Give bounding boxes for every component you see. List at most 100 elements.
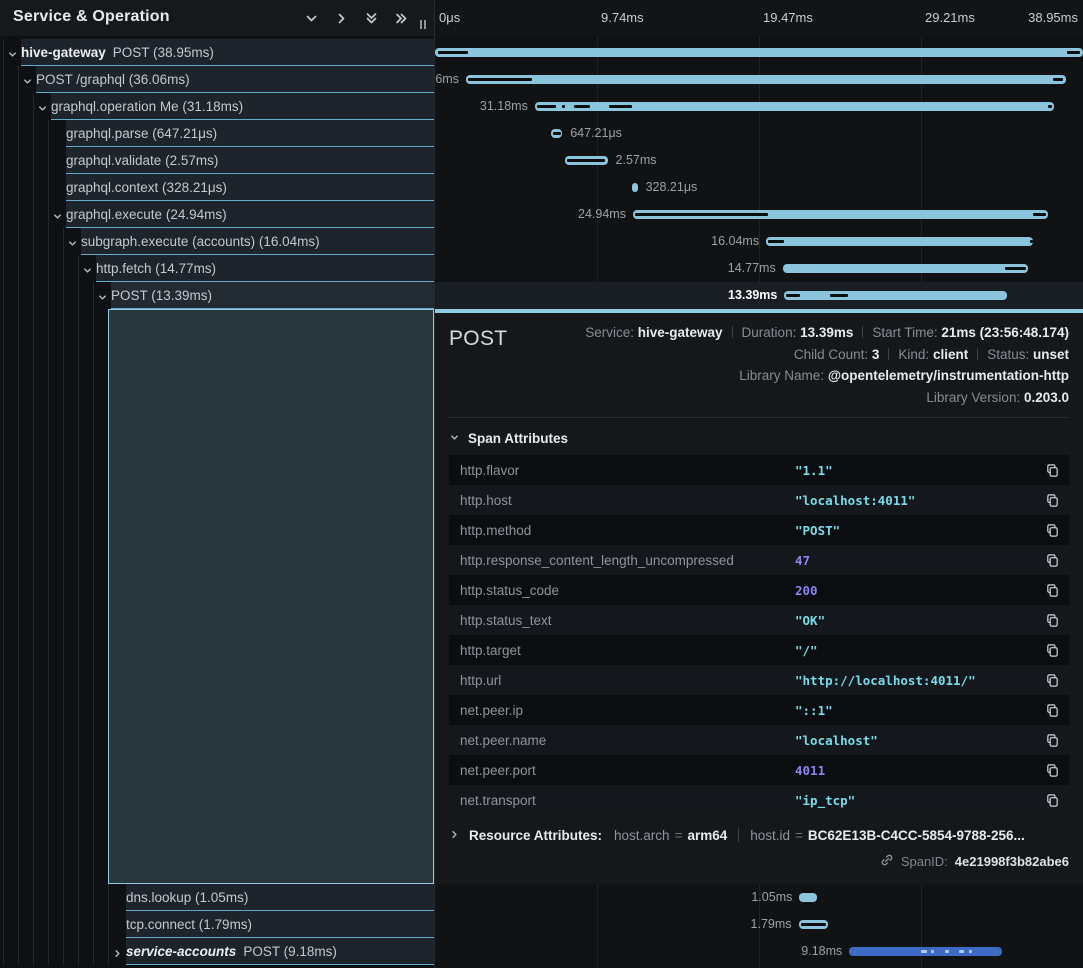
copy-icon[interactable] bbox=[1045, 613, 1060, 628]
span-bar[interactable] bbox=[632, 183, 637, 192]
attribute-key: net.transport bbox=[449, 793, 795, 808]
indent-guide bbox=[33, 201, 34, 228]
timeline-row[interactable]: 13.39ms bbox=[435, 282, 1083, 309]
indent-guide bbox=[78, 938, 79, 965]
resource-separator bbox=[738, 828, 739, 842]
timeline-row[interactable]: 2.57ms bbox=[435, 147, 1083, 174]
copy-icon[interactable] bbox=[1045, 793, 1060, 808]
chevron-down-icon[interactable] bbox=[52, 209, 63, 220]
span-bar[interactable] bbox=[551, 129, 562, 138]
span-row[interactable]: graphql.context (328.21μs) bbox=[0, 174, 434, 201]
span-row[interactable]: hive-gatewayPOST (38.95ms) bbox=[0, 39, 434, 66]
column-resizer-handle[interactable] bbox=[419, 16, 427, 34]
copy-icon[interactable] bbox=[1045, 493, 1060, 508]
double-chevron-right-icon[interactable] bbox=[393, 10, 410, 27]
child-span-marker bbox=[562, 105, 566, 108]
attribute-value: 200 bbox=[795, 583, 1045, 598]
timeline-row[interactable] bbox=[435, 39, 1083, 66]
column-divider[interactable] bbox=[434, 0, 435, 968]
span-operation-name: graphql.validate (2.57ms) bbox=[66, 153, 218, 168]
attribute-value: "localhost" bbox=[795, 733, 1045, 748]
span-row[interactable]: graphql.validate (2.57ms) bbox=[0, 147, 434, 174]
child-span-marker bbox=[830, 294, 848, 297]
child-span-marker bbox=[786, 294, 799, 297]
chevron-down-icon[interactable] bbox=[82, 263, 93, 274]
link-icon[interactable] bbox=[880, 853, 894, 870]
timeline-row[interactable]: 328.21μs bbox=[435, 174, 1083, 201]
copy-icon[interactable] bbox=[1045, 463, 1060, 478]
span-row[interactable]: graphql.operation Me (31.18ms) bbox=[0, 93, 434, 120]
span-bar[interactable] bbox=[799, 893, 816, 902]
chevron-down-icon[interactable] bbox=[67, 236, 78, 247]
span-row[interactable]: graphql.parse (647.21μs) bbox=[0, 120, 434, 147]
span-row[interactable]: subgraph.execute (accounts) (16.04ms) bbox=[0, 228, 434, 255]
timeline-row[interactable]: 647.21μs bbox=[435, 120, 1083, 147]
chevron-right-icon[interactable] bbox=[112, 946, 123, 957]
chevron-right-icon[interactable] bbox=[333, 10, 350, 27]
child-span-marker bbox=[438, 51, 468, 54]
chevron-down-icon[interactable] bbox=[7, 47, 18, 58]
chevron-down-icon[interactable] bbox=[22, 74, 33, 85]
copy-icon[interactable] bbox=[1045, 523, 1060, 538]
attribute-row: net.transport "ip_tcp" bbox=[449, 785, 1069, 815]
child-span-marker bbox=[1033, 213, 1046, 216]
span-bar[interactable] bbox=[435, 48, 1083, 57]
span-bar[interactable] bbox=[766, 237, 1033, 246]
span-duration-label: 1.05ms bbox=[751, 884, 792, 911]
indent-guide bbox=[3, 282, 4, 309]
chevron-down-icon[interactable] bbox=[303, 10, 320, 27]
meta-value: 0.203.0 bbox=[1024, 390, 1069, 405]
double-chevron-down-icon[interactable] bbox=[363, 10, 380, 27]
copy-icon[interactable] bbox=[1045, 703, 1060, 718]
resource-attributes-toggle[interactable]: Resource Attributes: host.arch=arm64host… bbox=[449, 828, 1069, 843]
span-row[interactable]: service-accountsPOST (9.18ms) bbox=[0, 938, 434, 965]
span-row[interactable]: tcp.connect (1.79ms) bbox=[0, 911, 434, 938]
page-title: Service & Operation bbox=[13, 8, 170, 26]
timeline-row[interactable]: 36.06ms bbox=[435, 66, 1083, 93]
copy-icon[interactable] bbox=[1045, 763, 1060, 778]
copy-icon[interactable] bbox=[1045, 583, 1060, 598]
timeline-panel: 0μs9.74ms19.47ms29.21ms38.95ms 36.06ms31… bbox=[435, 0, 1083, 968]
span-bar[interactable] bbox=[565, 156, 608, 165]
copy-icon[interactable] bbox=[1045, 643, 1060, 658]
span-row[interactable]: POST (13.39ms) bbox=[0, 282, 434, 309]
timeline-row[interactable]: 24.94ms bbox=[435, 201, 1083, 228]
timeline-row[interactable]: 16.04ms bbox=[435, 228, 1083, 255]
span-bar[interactable] bbox=[784, 291, 1007, 300]
attribute-key: http.url bbox=[449, 673, 795, 688]
timeline-row[interactable]: 1.79ms bbox=[435, 911, 1083, 938]
span-bar[interactable] bbox=[633, 210, 1048, 219]
meta-separator bbox=[732, 326, 733, 338]
timeline-row[interactable]: 1.05ms bbox=[435, 884, 1083, 911]
indent-guide bbox=[108, 884, 109, 911]
span-bar[interactable] bbox=[535, 102, 1054, 111]
attribute-key: http.flavor bbox=[449, 463, 795, 478]
copy-icon[interactable] bbox=[1045, 673, 1060, 688]
span-row[interactable]: POST /graphql (36.06ms) bbox=[0, 66, 434, 93]
copy-icon[interactable] bbox=[1045, 733, 1060, 748]
copy-icon[interactable] bbox=[1045, 553, 1060, 568]
chevron-down-icon[interactable] bbox=[97, 290, 108, 301]
chevron-down-icon[interactable] bbox=[37, 101, 48, 112]
attribute-value: "POST" bbox=[795, 523, 1045, 538]
span-duration-label: 36.06ms bbox=[435, 66, 459, 93]
meta-value: unset bbox=[1033, 347, 1069, 362]
timeline-row[interactable]: 14.77ms bbox=[435, 255, 1083, 282]
span-row[interactable]: graphql.execute (24.94ms) bbox=[0, 201, 434, 228]
timeline-row[interactable]: 31.18ms bbox=[435, 93, 1083, 120]
detail-meta-line: Child Count: 3Kind: clientStatus: unset bbox=[585, 344, 1069, 366]
span-attributes-toggle[interactable]: Span Attributes bbox=[449, 431, 1069, 446]
timeline-row[interactable]: 9.18ms bbox=[435, 938, 1083, 965]
indent-guide bbox=[93, 282, 94, 309]
indent-guide bbox=[48, 884, 49, 911]
child-span-marker bbox=[537, 105, 556, 108]
indent-guide bbox=[33, 147, 34, 174]
span-bar[interactable] bbox=[466, 75, 1066, 84]
span-row[interactable]: dns.lookup (1.05ms) bbox=[0, 884, 434, 911]
span-row[interactable]: http.fetch (14.77ms) bbox=[0, 255, 434, 282]
span-bar[interactable] bbox=[799, 920, 829, 929]
span-bar[interactable] bbox=[783, 264, 1029, 273]
span-bar[interactable] bbox=[849, 947, 1002, 956]
axis-tick-label: 9.74ms bbox=[601, 10, 644, 25]
indent-guide bbox=[33, 255, 34, 282]
